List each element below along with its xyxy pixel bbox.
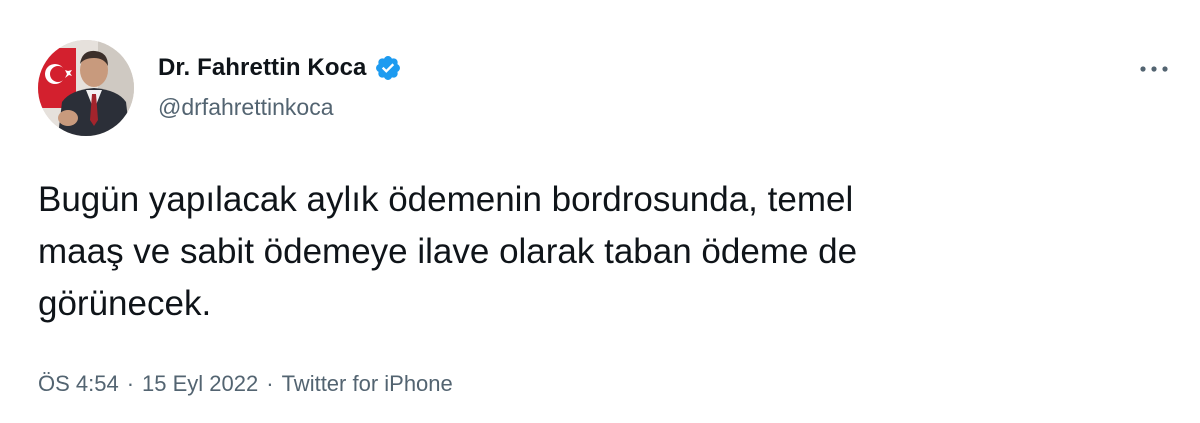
author-name-row: Dr. Fahrettin Koca bbox=[158, 52, 402, 84]
tweet-time-link[interactable]: ÖS 4:54 bbox=[38, 371, 119, 397]
tweet-metadata: ÖS 4:54 · 15 Eyl 2022 · Twitter for iPho… bbox=[38, 371, 453, 397]
meta-separator: · bbox=[126, 371, 135, 396]
more-options-button[interactable] bbox=[1132, 54, 1176, 84]
meta-separator: · bbox=[266, 371, 274, 396]
avatar-image bbox=[38, 40, 134, 136]
author-handle[interactable]: @drfahrettinkoca bbox=[158, 94, 334, 121]
ellipsis-icon bbox=[1140, 66, 1168, 72]
author-display-name[interactable]: Dr. Fahrettin Koca bbox=[158, 54, 367, 82]
tweet-card: Dr. Fahrettin Koca @drfahrettinkoca Bugü… bbox=[0, 0, 1200, 423]
author-avatar[interactable] bbox=[38, 40, 134, 136]
tweet-text: Bugün yapılacak aylık ödemenin bordrosun… bbox=[38, 180, 858, 323]
tweet-date-link[interactable]: 15 Eyl 2022 bbox=[142, 371, 258, 397]
verified-badge-icon bbox=[374, 54, 402, 82]
tweet-source-link[interactable]: Twitter for iPhone bbox=[282, 371, 453, 397]
